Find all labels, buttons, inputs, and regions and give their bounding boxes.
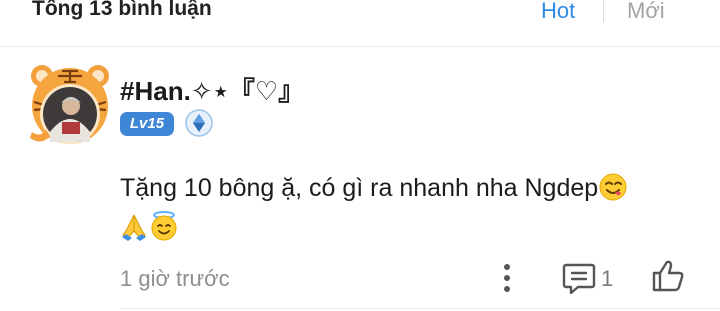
more-vertical-icon[interactable] [497, 262, 517, 294]
sort-new-tab[interactable]: Mới [627, 0, 665, 24]
username[interactable]: #Han.✧⋆『♡』 [120, 71, 304, 108]
comment-body: Tặng 10 bông ặ, có gì ra nhanh nha Ngdep [120, 174, 599, 202]
comment-divider [120, 308, 720, 309]
level-badge[interactable]: Lv15 [120, 112, 174, 136]
smiling-face-with-halo-icon [151, 211, 177, 241]
comments-header: Tổng 13 bình luận Hot Mới [0, 0, 720, 47]
reply-icon[interactable] [562, 262, 596, 294]
comment-text: Tặng 10 bông ặ, có gì ra nhanh nha Ngdep [120, 168, 700, 248]
sort-divider [603, 0, 604, 22]
face-savoring-food-icon [599, 173, 627, 201]
reply-count: 1 [601, 266, 614, 291]
sort-hot-tab[interactable]: Hot [541, 0, 575, 24]
avatar[interactable] [28, 62, 112, 146]
folded-hands-icon [122, 214, 146, 241]
rank-badge-icon[interactable] [184, 108, 214, 138]
like-icon[interactable] [650, 258, 686, 294]
comment-count-title: Tổng 13 bình luận [32, 0, 212, 20]
comment-timestamp: 1 giờ trước [120, 266, 230, 291]
